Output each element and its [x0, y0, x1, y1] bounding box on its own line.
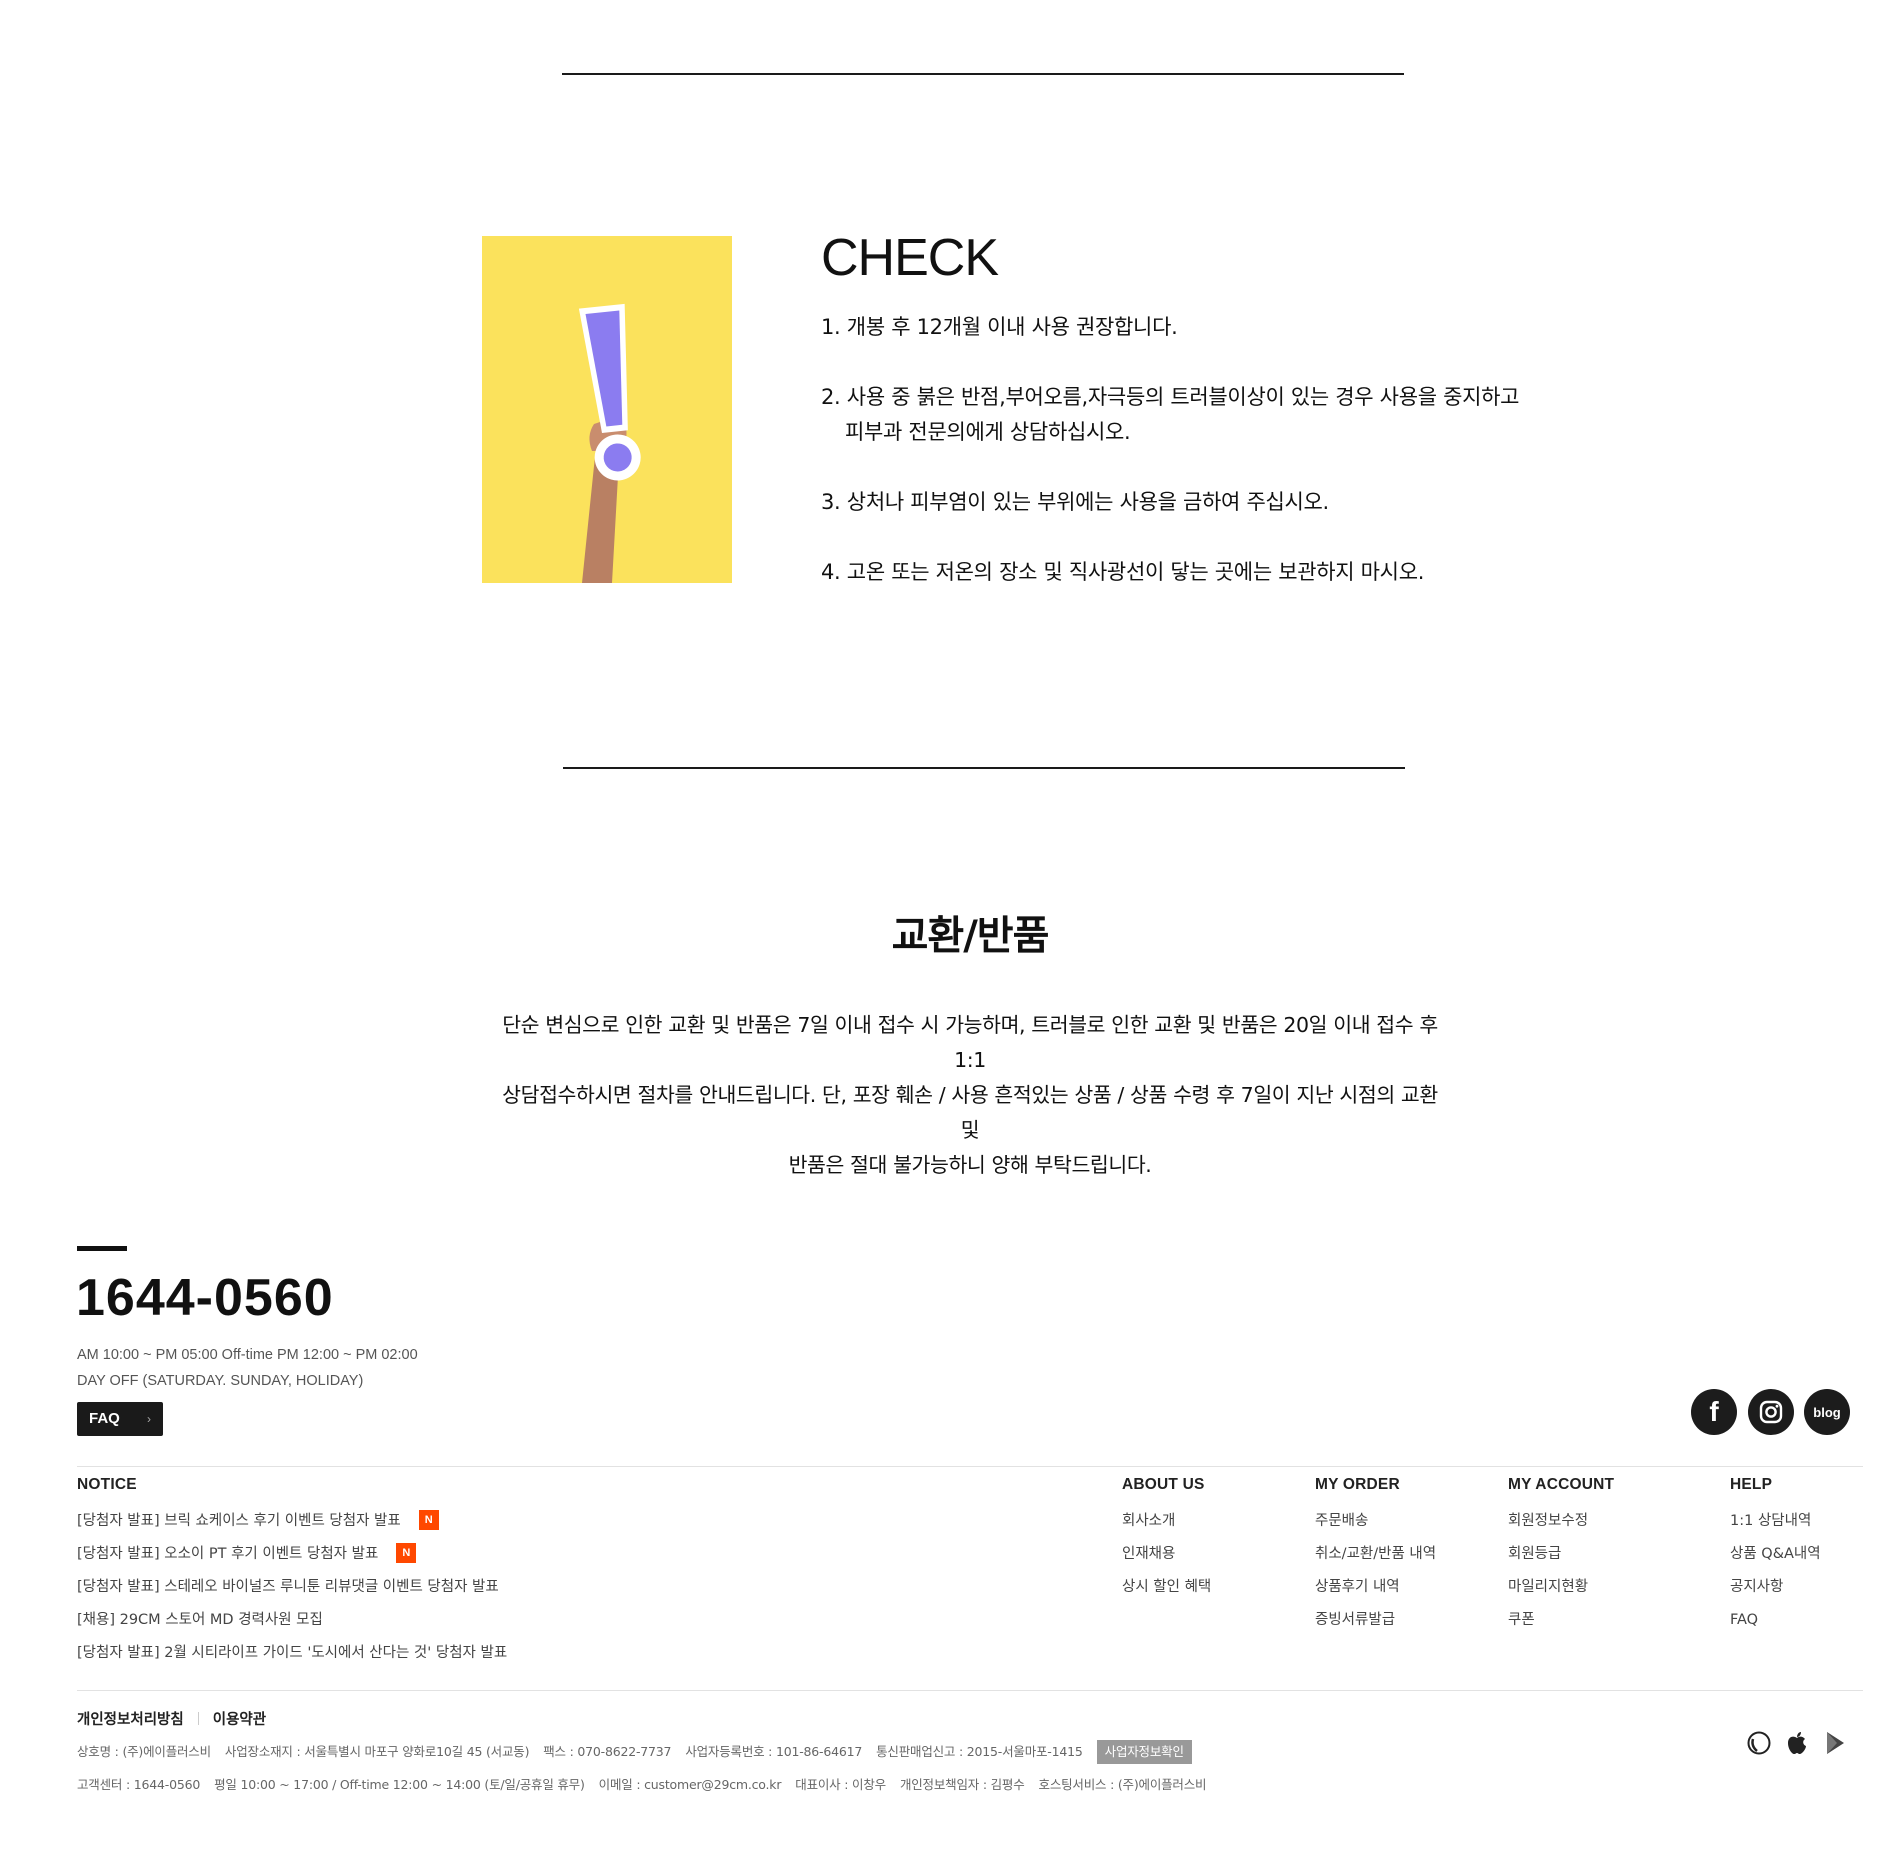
footer-divider [77, 1466, 1863, 1467]
exclamation-hand-image [482, 236, 732, 583]
notice-heading: NOTICE [77, 1476, 137, 1493]
notice-item[interactable]: [당첨자 발표] 2월 시티라이프 가이드 '도시에서 산다는 것' 당첨자 발… [77, 1641, 507, 1674]
footer-link[interactable]: 상품후기 내역 [1315, 1575, 1436, 1608]
legal-links: 개인정보처리방침 이용약관 [77, 1708, 266, 1729]
footer-link[interactable]: 1:1 상담내역 [1730, 1509, 1821, 1542]
notice-item[interactable]: [당첨자 발표] 브릭 쇼케이스 후기 이벤트 당첨자 발표 N [77, 1509, 507, 1542]
footer-link[interactable]: 회사소개 [1122, 1509, 1211, 1542]
top-divider [562, 73, 1404, 75]
help-links: 1:1 상담내역 상품 Q&A내역 공지사항 FAQ [1730, 1509, 1821, 1641]
chevron-right-icon: › [147, 1412, 151, 1426]
apple-icon [1788, 1732, 1806, 1754]
google-play-button[interactable] [1822, 1730, 1848, 1756]
check-list: 1. 개봉 후 12개월 이내 사용 권장합니다. 2. 사용 중 붉은 반점,… [821, 310, 1520, 625]
privacy-policy-link[interactable]: 개인정보처리방침 [77, 1712, 184, 1728]
footer-link[interactable]: 상품 Q&A내역 [1730, 1542, 1821, 1575]
faq-button[interactable]: FAQ › [77, 1402, 163, 1436]
footer-link[interactable]: 인재채용 [1122, 1542, 1211, 1575]
check-title: CHECK [821, 229, 999, 287]
link-separator [197, 1712, 199, 1725]
footer-link[interactable]: 회원정보수정 [1508, 1509, 1588, 1542]
cs-phone-number: 1644-0560 [76, 1269, 334, 1327]
help-heading: HELP [1730, 1476, 1773, 1493]
blog-icon: blog [1813, 1404, 1841, 1420]
blog-button[interactable]: blog [1804, 1389, 1850, 1435]
about-us-links: 회사소개 인재채용 상시 할인 혜택 [1122, 1509, 1211, 1608]
check-item: 1. 개봉 후 12개월 이내 사용 권장합니다. [821, 315, 1178, 339]
check-item: 2. 사용 중 붉은 반점,부어오름,자극등의 트러블이상이 있는 경우 사용을… [821, 385, 1520, 444]
notice-item[interactable]: [당첨자 발표] 스테레오 바이널즈 루니툰 리뷰댓글 이벤트 당첨자 발표 [77, 1575, 507, 1608]
footer-divider-bottom [77, 1690, 1863, 1691]
exchange-text: 단순 변심으로 인한 교환 및 반품은 7일 이내 접수 시 가능하며, 트러블… [502, 1013, 1438, 1177]
my-account-heading: MY ACCOUNT [1508, 1476, 1615, 1493]
instagram-icon [1759, 1400, 1783, 1424]
section-divider [563, 767, 1405, 769]
footer-link[interactable]: 주문배송 [1315, 1509, 1436, 1542]
exchange-title: 교환/반품 [891, 913, 1050, 959]
check-item: 4. 고온 또는 저온의 장소 및 직사광선이 닿는 곳에는 보관하지 마시오. [821, 560, 1425, 584]
facebook-button[interactable]: f [1691, 1389, 1737, 1435]
play-store-icon [1827, 1732, 1844, 1754]
my-order-links: 주문배송 취소/교환/반품 내역 상품후기 내역 증빙서류발급 [1315, 1509, 1436, 1641]
notice-item[interactable]: [당첨자 발표] 오소이 PT 후기 이벤트 당첨자 발표 N [77, 1542, 507, 1575]
my-order-heading: MY ORDER [1315, 1476, 1400, 1493]
facebook-icon: f [1709, 1396, 1719, 1427]
instagram-button[interactable] [1748, 1389, 1794, 1435]
app-store-button[interactable] [1784, 1730, 1810, 1756]
notice-list: [당첨자 발표] 브릭 쇼케이스 후기 이벤트 당첨자 발표 N [당첨자 발표]… [77, 1509, 507, 1674]
new-badge: N [418, 1510, 439, 1530]
circle-logo-icon [1747, 1731, 1771, 1755]
company-info-line-2: 고객센터 : 1644-0560 평일 10:00 ~ 17:00 / Off-t… [77, 1777, 1207, 1792]
new-badge: N [396, 1543, 417, 1563]
footer-accent-bar [77, 1246, 127, 1251]
footer-link[interactable]: 마일리지현황 [1508, 1575, 1588, 1608]
about-us-heading: ABOUT US [1122, 1476, 1205, 1493]
footer-link[interactable]: 취소/교환/반품 내역 [1315, 1542, 1436, 1575]
cs-hours: AM 10:00 ~ PM 05:00 Off-time PM 12:00 ~ … [77, 1347, 418, 1389]
footer-link[interactable]: 공지사항 [1730, 1575, 1821, 1608]
terms-link[interactable]: 이용약관 [213, 1712, 266, 1728]
footer-link[interactable]: 상시 할인 혜택 [1122, 1575, 1211, 1608]
notice-item[interactable]: [채용] 29CM 스토어 MD 경력사원 모집 [77, 1608, 507, 1641]
footer-link[interactable]: 쿠폰 [1508, 1608, 1588, 1641]
app-link-button[interactable] [1746, 1730, 1772, 1756]
company-info-line-1: 상호명 : (주)에이플러스비 사업장소재지 : 서울특별시 마포구 양화로10길… [77, 1740, 1206, 1764]
business-info-button[interactable]: 사업자정보확인 [1096, 1740, 1192, 1764]
footer-link[interactable]: FAQ [1730, 1608, 1821, 1641]
footer-link[interactable]: 회원등급 [1508, 1542, 1588, 1575]
check-item: 3. 상처나 피부염이 있는 부위에는 사용을 금하여 주십시오. [821, 490, 1329, 514]
footer-link[interactable]: 증빙서류발급 [1315, 1608, 1436, 1641]
my-account-links: 회원정보수정 회원등급 마일리지현황 쿠폰 [1508, 1509, 1588, 1641]
